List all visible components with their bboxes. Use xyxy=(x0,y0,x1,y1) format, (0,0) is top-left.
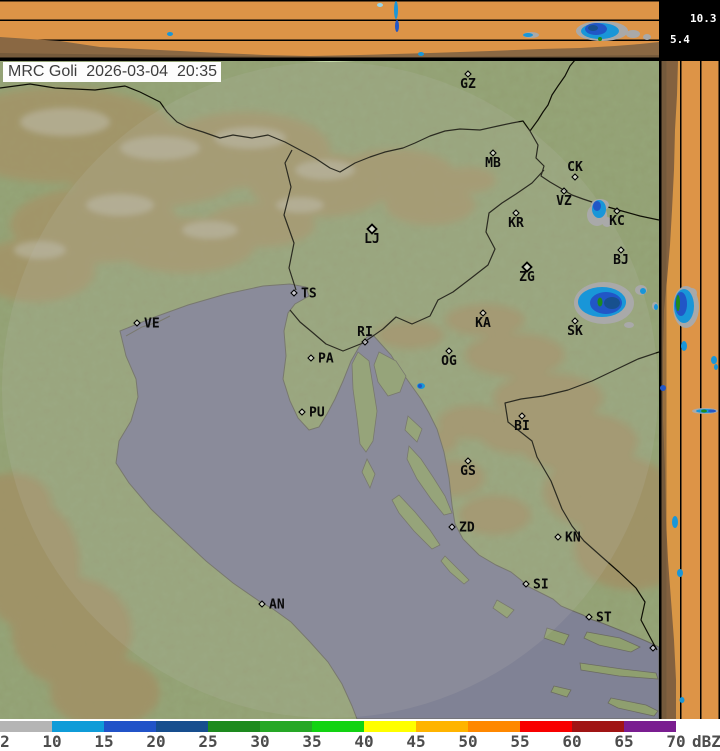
city-label: ZG xyxy=(519,270,535,285)
outside-range-shade xyxy=(0,61,659,719)
city-label: SI xyxy=(533,578,549,593)
radar-echo xyxy=(677,569,683,577)
scale-segment xyxy=(104,721,156,732)
city-label: MB xyxy=(485,156,501,171)
city-label: BJ xyxy=(613,253,629,268)
radar-echo xyxy=(418,52,424,56)
scale-segment xyxy=(468,721,520,732)
city-label: CK xyxy=(567,160,583,175)
radar-echo xyxy=(624,322,634,328)
radar-echo xyxy=(681,341,687,351)
scale-tick-label: 55 xyxy=(510,732,529,751)
city-label: KC xyxy=(609,214,625,229)
scale-segment xyxy=(52,721,104,732)
scale-tick-label: 20 xyxy=(146,732,165,751)
radar-echo xyxy=(676,295,680,311)
city-label: VZ xyxy=(556,194,572,209)
radar-echo xyxy=(672,516,678,528)
radar-echo xyxy=(654,304,658,310)
city-label: SK xyxy=(567,324,583,339)
city-label: KN xyxy=(565,531,581,546)
city-label: KA xyxy=(475,316,491,331)
scale-unit-label: dBZ xyxy=(692,732,720,751)
radar-echo xyxy=(643,34,651,40)
scale-tick-label: 60 xyxy=(562,732,581,751)
scale-segment xyxy=(572,721,624,732)
radar-echo xyxy=(588,25,598,31)
scale-segment xyxy=(624,721,676,732)
scale-segment xyxy=(364,721,416,732)
radar-echo xyxy=(523,33,533,37)
max-echo-top-value: 10.3 xyxy=(690,12,717,25)
city-label: ZD xyxy=(459,521,475,536)
city-label: OG xyxy=(441,354,457,369)
scale-tick-label: 65 xyxy=(614,732,633,751)
scale-tick-label: 45 xyxy=(406,732,425,751)
max-echo-height-value: 5.4 xyxy=(670,33,690,46)
scale-tick-label: 40 xyxy=(354,732,373,751)
top-strip-2 xyxy=(0,21,659,40)
radar-echo xyxy=(626,30,640,38)
city-label: PA xyxy=(318,352,334,367)
radar-echo xyxy=(640,288,646,294)
right-divider-1 xyxy=(680,61,682,719)
scale-segment xyxy=(260,721,312,732)
city-label: VE xyxy=(144,317,160,332)
radar-map: GZ MB CK VZ KC KR LJ BJ ZG TS KA SK VE RI OG PA PU BI GS ZD… xyxy=(0,61,659,719)
city-label: KR xyxy=(508,216,524,231)
scale-segment xyxy=(312,721,364,732)
radar-echo xyxy=(711,356,717,364)
radar-echo xyxy=(418,384,422,388)
radar-echo xyxy=(660,385,666,391)
scale-tick-label: 35 xyxy=(302,732,321,751)
city-label: GS xyxy=(460,464,476,479)
radar-echo xyxy=(714,364,718,370)
radar-echo xyxy=(593,201,601,211)
scale-tick-label: 70 xyxy=(666,732,685,751)
city-label: GZ xyxy=(460,77,476,92)
right-strip-3 xyxy=(701,61,719,719)
city-label: PU xyxy=(309,406,325,421)
radar-title-label: MRC Goli 2026-03-04 20:35 xyxy=(3,62,221,82)
city-label: TS xyxy=(301,287,317,302)
right-divider-2 xyxy=(700,61,702,719)
scale-tick-label: 30 xyxy=(250,732,269,751)
radar-app-window: 10.3 5.4 GZ MB CK VZ KC KR LJ BJ ZG TS K… xyxy=(0,0,720,751)
scale-tick-label: 10 xyxy=(42,732,61,751)
radar-echo xyxy=(394,1,398,19)
scale-segment xyxy=(156,721,208,732)
radar-echo xyxy=(679,697,685,703)
city-label: RI xyxy=(357,325,373,340)
scale-segment xyxy=(416,721,468,732)
radar-echo xyxy=(597,297,603,307)
scale-segment xyxy=(208,721,260,732)
right-cross-section-panel xyxy=(659,61,720,719)
top-cross-section-panel xyxy=(0,0,659,61)
radar-echo xyxy=(395,20,399,32)
radar-echo xyxy=(377,3,383,7)
city-label: BI xyxy=(514,419,530,434)
scale-segments xyxy=(0,721,676,732)
radar-echo xyxy=(708,409,716,413)
scale-segment xyxy=(0,721,52,732)
radar-echo xyxy=(598,37,602,41)
scale-tick-label: 25 xyxy=(198,732,217,751)
scale-tick-label: 50 xyxy=(458,732,477,751)
city-label: LJ xyxy=(364,232,380,247)
scale-tick-label: 2 xyxy=(0,732,10,751)
top-strip-1 xyxy=(0,1,659,20)
radar-echo xyxy=(701,409,707,413)
dbz-color-scale: 2 10 15 20 25 30 35 40 45 50 55 60 65 70 dBZ xyxy=(0,719,720,751)
radar-echo xyxy=(167,32,173,36)
city-label: AN xyxy=(269,598,285,613)
radar-echo xyxy=(604,297,620,309)
city-label: ST xyxy=(596,611,612,626)
scale-segment xyxy=(520,721,572,732)
right-strip-2 xyxy=(681,61,700,719)
scale-tick-label: 15 xyxy=(94,732,113,751)
corner-info-box: 10.3 5.4 xyxy=(659,0,720,61)
